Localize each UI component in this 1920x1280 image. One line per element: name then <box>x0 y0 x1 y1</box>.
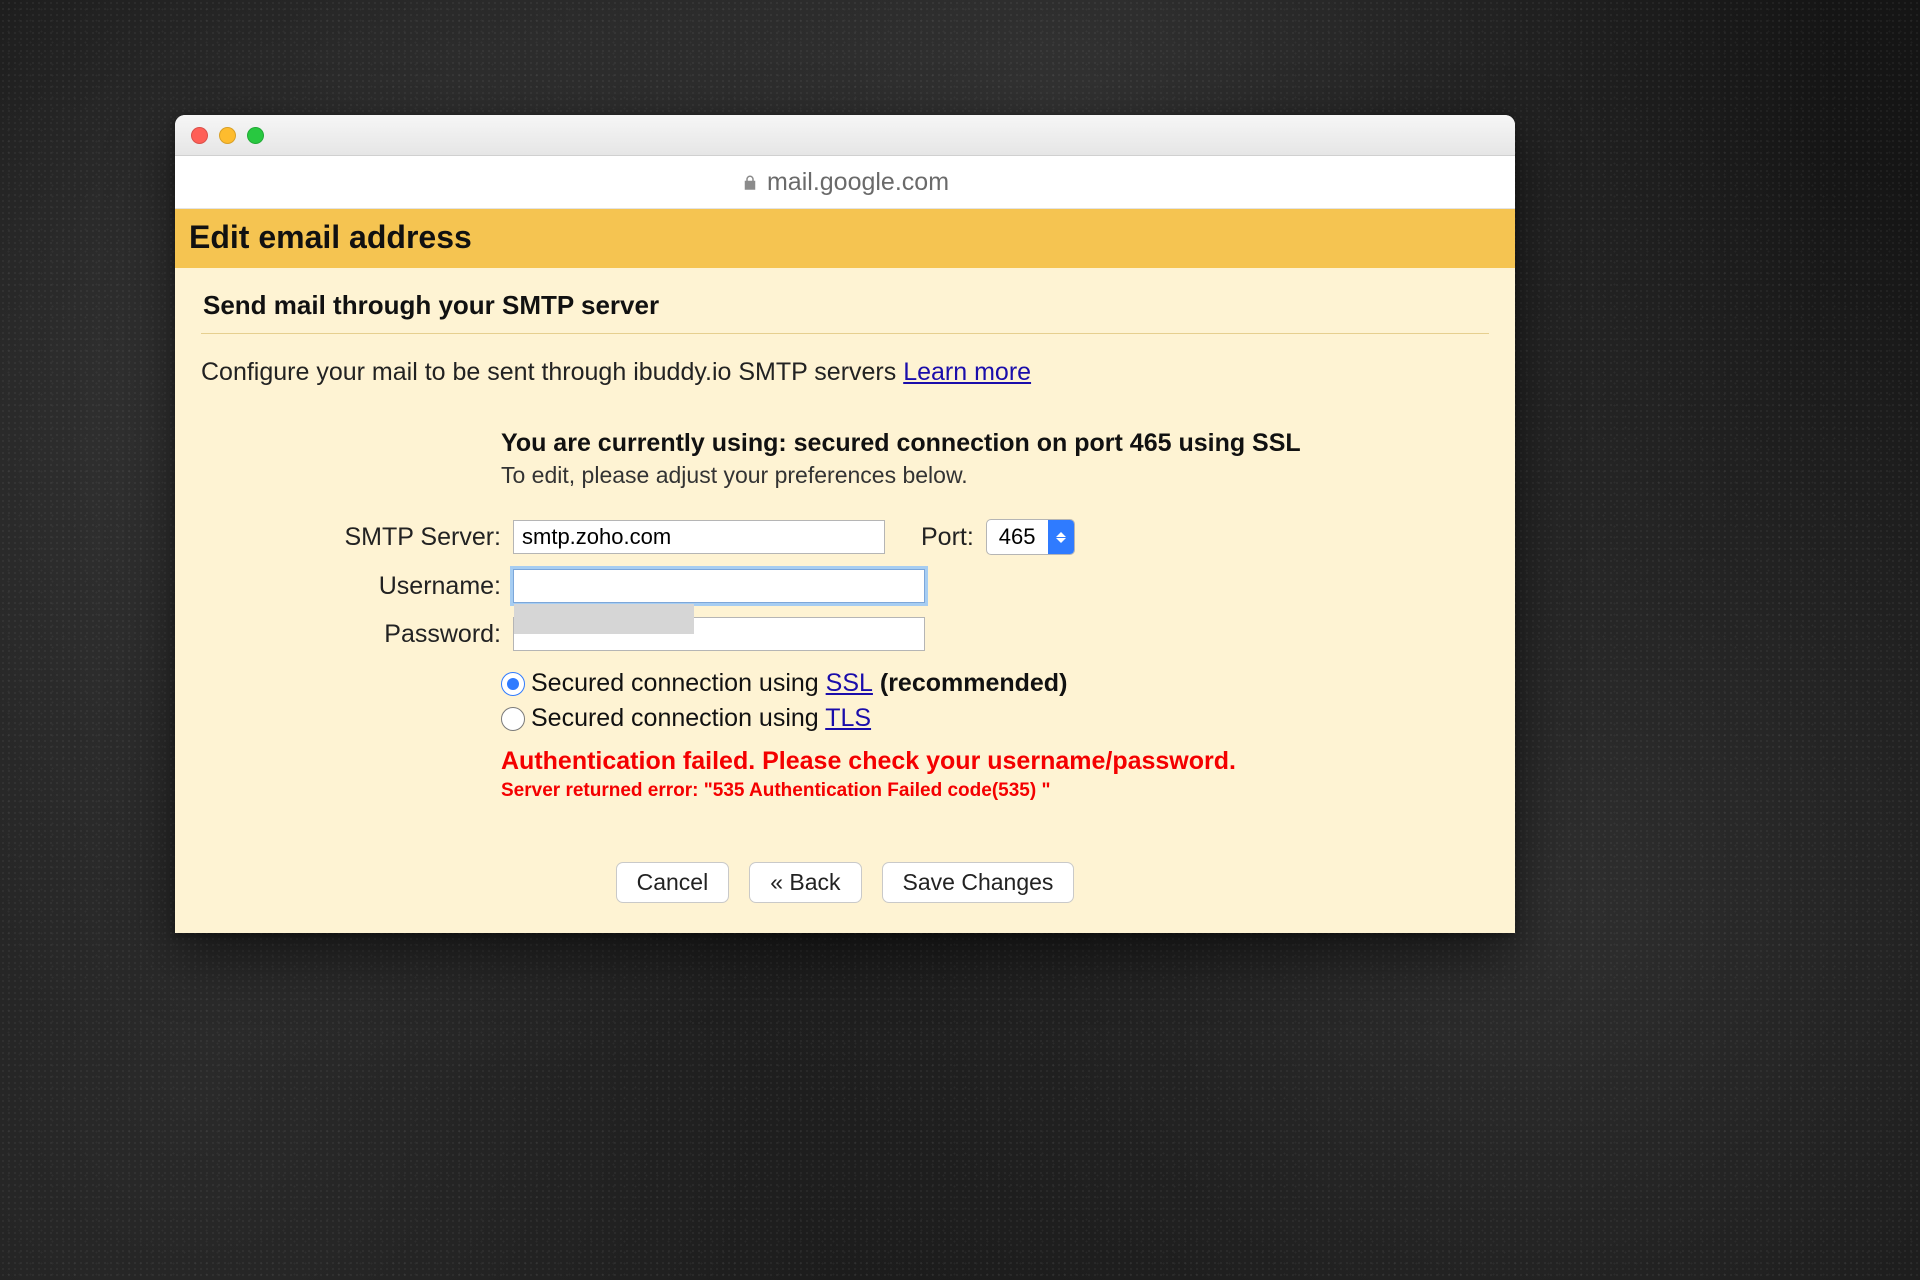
stepper-icon <box>1048 520 1074 554</box>
learn-more-link[interactable]: Learn more <box>903 358 1031 386</box>
divider <box>201 333 1489 334</box>
error-detail: Server returned error: "535 Authenticati… <box>501 780 1489 802</box>
address-bar[interactable]: mail.google.com <box>175 156 1515 209</box>
label-username: Username: <box>201 572 513 601</box>
radio-icon <box>501 672 525 696</box>
save-button[interactable]: Save Changes <box>882 862 1075 903</box>
status-sub: To edit, please adjust your preferences … <box>501 462 1489 489</box>
label-password: Password: <box>201 620 513 649</box>
port-value: 465 <box>987 524 1048 550</box>
ssl-link[interactable]: SSL <box>826 669 873 697</box>
minimize-icon[interactable] <box>219 127 236 144</box>
smtp-settings-panel: Send mail through your SMTP server Confi… <box>175 268 1515 933</box>
radio-ssl-prefix: Secured connection using <box>531 669 826 697</box>
status-bold: You are currently using: secured connect… <box>501 429 1489 458</box>
tls-link[interactable]: TLS <box>825 704 871 732</box>
address-host: mail.google.com <box>767 168 949 197</box>
radio-tls[interactable]: Secured connection using TLS <box>501 704 1489 733</box>
label-port: Port: <box>921 523 974 552</box>
radio-ssl-suffix: (recommended) <box>873 669 1067 697</box>
radio-ssl[interactable]: Secured connection using SSL (recommende… <box>501 669 1489 698</box>
config-text: Configure your mail to be sent through i… <box>201 358 903 386</box>
back-button[interactable]: « Back <box>749 862 861 903</box>
zoom-icon[interactable] <box>247 127 264 144</box>
row-password: Password: <box>201 617 1489 651</box>
label-smtp: SMTP Server: <box>201 523 513 552</box>
radio-icon <box>501 707 525 731</box>
error-main: Authentication failed. Please check your… <box>501 747 1489 776</box>
close-icon[interactable] <box>191 127 208 144</box>
window-titlebar <box>175 115 1515 156</box>
browser-window: mail.google.com Edit email address Send … <box>175 115 1515 933</box>
button-row: Cancel « Back Save Changes <box>201 862 1489 903</box>
error-message: Authentication failed. Please check your… <box>501 747 1489 802</box>
row-username: Username: <box>201 569 1489 603</box>
config-description: Configure your mail to be sent through i… <box>201 358 1489 387</box>
section-title: Send mail through your SMTP server <box>203 290 1489 321</box>
cancel-button[interactable]: Cancel <box>616 862 730 903</box>
row-smtp: SMTP Server: Port: 465 <box>201 519 1489 555</box>
port-group: Port: 465 <box>921 519 1075 555</box>
current-status: You are currently using: secured connect… <box>501 429 1489 489</box>
page-header: Edit email address <box>175 209 1515 268</box>
smtp-server-input[interactable] <box>513 520 885 554</box>
port-select[interactable]: 465 <box>986 519 1075 555</box>
radio-tls-prefix: Secured connection using <box>531 704 825 732</box>
connection-security-group: Secured connection using SSL (recommende… <box>501 669 1489 733</box>
username-input[interactable] <box>513 569 925 603</box>
page-title: Edit email address <box>189 219 1501 256</box>
password-input[interactable] <box>513 617 925 651</box>
lock-icon <box>741 172 759 192</box>
